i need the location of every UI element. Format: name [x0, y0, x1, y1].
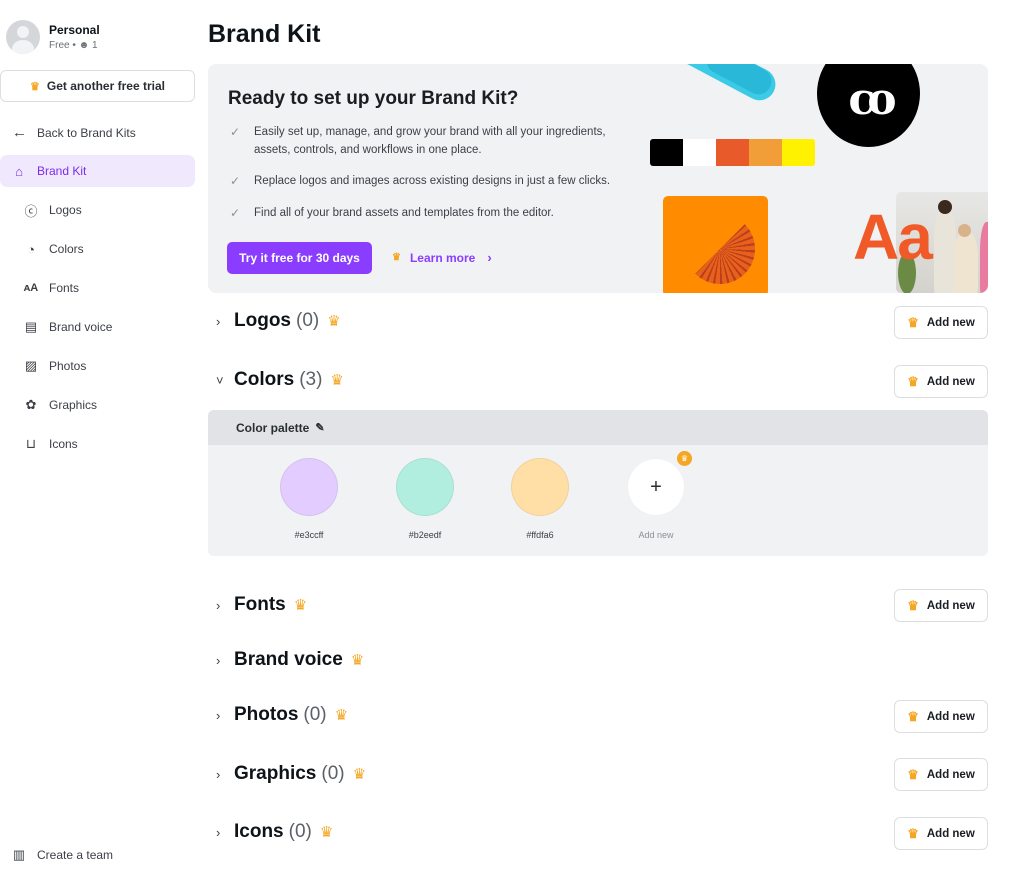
account-plan: Free • ☻ 1 — [49, 40, 98, 51]
learn-more-link[interactable]: ♛ Learn more › — [392, 250, 492, 265]
chevron-right-icon: › — [216, 652, 221, 668]
banner-bullet: ✓ Easily set up, manage, and grow your br… — [230, 125, 606, 139]
add-icon-button[interactable]: ♛ Add new — [894, 817, 988, 850]
sample-swatches — [650, 139, 815, 166]
chevron-right-icon: › — [487, 250, 492, 265]
crown-icon: ♛ — [330, 372, 344, 389]
add-photo-button[interactable]: ♛ Add new — [894, 700, 988, 733]
brand-kit-icon: ⌂ — [15, 163, 23, 179]
crown-icon: ♛ — [907, 314, 919, 330]
palette-title: Color palette — [236, 420, 310, 435]
check-icon: ✓ — [230, 206, 241, 220]
color-circle[interactable] — [280, 458, 338, 516]
sidebar-item-photos[interactable]: ▨ Photos — [0, 350, 195, 382]
account-switcher[interactable]: Personal Free • ☻ 1 — [6, 20, 100, 54]
sidebar-item-icons[interactable]: ⊔ Icons — [0, 428, 195, 460]
chevron-right-icon: › — [216, 313, 221, 329]
palette-icon: ◔ — [27, 241, 35, 257]
sidebar-item-logos[interactable]: ⓒ Logos — [0, 194, 195, 226]
swatch — [716, 139, 749, 166]
crown-icon: ♛ — [350, 652, 365, 669]
sidebar-item-brand-kit[interactable]: ⌂ Brand Kit — [0, 155, 195, 187]
banner-title: Ready to set up your Brand Kit? — [228, 88, 519, 109]
chevron-right-icon: › — [216, 824, 221, 840]
page-title: Brand Kit — [208, 20, 321, 48]
sidebar-item-graphics[interactable]: ✿ Graphics — [0, 389, 195, 421]
chevron-down-icon: ˅ — [216, 372, 224, 388]
logo-icon: ⓒ — [24, 203, 38, 219]
section-header-logos[interactable]: › Logos (0) ♛ — [216, 310, 341, 332]
add-color-item[interactable]: + ♛ Add new — [626, 451, 692, 540]
color-circle[interactable] — [511, 458, 569, 516]
swatch — [782, 139, 815, 166]
crown-icon: ♛ — [392, 252, 401, 263]
crown-icon: ♛ — [907, 597, 919, 613]
sample-logo: co — [817, 64, 920, 147]
banner-bullet: ✓ Find all of your brand assets and templ… — [230, 206, 554, 220]
banner-bullet-continued: assets, controls, and workflows in one p… — [254, 144, 482, 156]
create-team-link[interactable]: ▥ Create a team — [11, 847, 113, 863]
color-swatch[interactable]: #b2eedf — [395, 458, 455, 540]
crown-icon: ♛ — [907, 708, 919, 724]
section-header-graphics[interactable]: › Graphics (0) ♛ — [216, 763, 366, 785]
section-header-brand-voice[interactable]: › Brand voice ♛ — [216, 649, 364, 671]
section-header-icons[interactable]: › Icons (0) ♛ — [216, 821, 333, 843]
shapes-icon: ⊔ — [25, 436, 37, 451]
add-font-button[interactable]: ♛ Add new — [894, 589, 988, 622]
color-circle[interactable] — [396, 458, 454, 516]
crown-icon: ♛ — [319, 824, 334, 841]
chevron-right-icon: › — [216, 766, 221, 782]
crown-icon: ♛ — [352, 766, 367, 783]
font-icon: ᴀA — [23, 282, 39, 294]
chat-icon: ▤ — [24, 319, 38, 334]
add-graphic-button[interactable]: ♛ Add new — [894, 758, 988, 791]
banner-bullet: ✓ Replace logos and images across existin… — [230, 174, 611, 188]
building-icon: ▥ — [12, 847, 26, 862]
add-color-button[interactable]: ♛ Add new — [894, 365, 988, 398]
arrow-left-icon: ← — [12, 124, 27, 141]
section-header-photos[interactable]: › Photos (0) ♛ — [216, 704, 348, 726]
color-swatch[interactable]: #e3ccff — [279, 458, 339, 540]
free-trial-button[interactable]: ♛ Get another free trial — [0, 70, 195, 102]
avatar — [6, 20, 40, 54]
swatch — [749, 139, 782, 166]
add-color-circle[interactable]: + ♛ — [627, 451, 692, 516]
pencil-icon[interactable]: ✎ — [315, 421, 324, 434]
sidebar-item-brand-voice[interactable]: ▤ Brand voice — [0, 311, 195, 343]
check-icon: ✓ — [230, 125, 241, 139]
flower-icon: ✿ — [25, 397, 37, 412]
crown-icon: ♛ — [334, 707, 349, 724]
back-to-brand-kits-link[interactable]: ← Back to Brand Kits — [12, 124, 136, 141]
crown-icon: ♛ — [907, 373, 919, 389]
upgrade-banner: Ready to set up your Brand Kit? ✓ Easily … — [208, 64, 988, 293]
section-header-colors[interactable]: ˅ Colors (3) ♛ — [216, 369, 344, 391]
crown-icon: ♛ — [907, 825, 919, 841]
sample-typography: Aa — [853, 201, 933, 273]
sidebar-item-colors[interactable]: ◔ Colors — [0, 233, 195, 265]
section-header-fonts[interactable]: › Fonts ♛ — [216, 594, 307, 616]
palette-header: Color palette ✎ — [208, 410, 988, 445]
color-palette: Color palette ✎ #e3ccff #b2eedf #ffdfa6 +… — [208, 410, 988, 556]
crown-icon: ♛ — [327, 313, 341, 330]
check-icon: ✓ — [230, 174, 241, 188]
sidebar-item-fonts[interactable]: ᴀA Fonts — [0, 272, 195, 304]
account-name: Personal — [49, 23, 100, 37]
person-icon: ☻ — [78, 40, 92, 51]
swatch — [683, 139, 716, 166]
color-swatch[interactable]: #ffdfa6 — [510, 458, 570, 540]
swatch — [650, 139, 683, 166]
crown-icon: ♛ — [677, 451, 692, 466]
crown-icon: ♛ — [907, 766, 919, 782]
crown-icon: ♛ — [293, 597, 308, 614]
add-logo-button[interactable]: ♛ Add new — [894, 306, 988, 339]
try-free-button[interactable]: Try it free for 30 days — [227, 242, 372, 274]
sidebar: Personal Free • ☻ 1 ♛ Get another free tr… — [0, 0, 200, 875]
sample-graphic — [663, 196, 768, 293]
plus-icon: + — [650, 475, 662, 498]
crown-icon: ♛ — [30, 80, 40, 93]
image-icon: ▨ — [24, 358, 38, 373]
chevron-right-icon: › — [216, 597, 221, 613]
chevron-right-icon: › — [216, 707, 221, 723]
